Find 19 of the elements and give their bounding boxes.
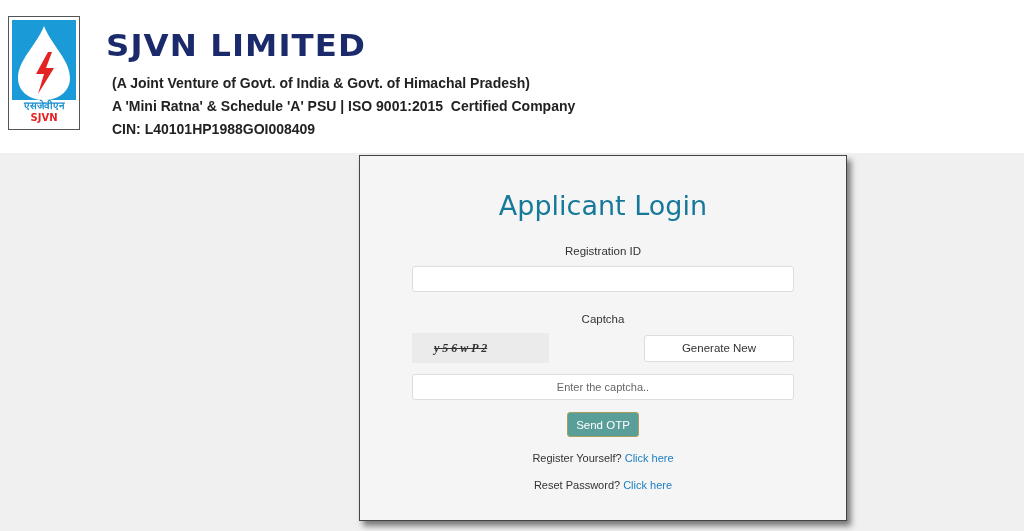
company-info-line: (A Joint Venture of Govt. of India & Govt. of Himachal Pradesh) xyxy=(111,74,531,93)
company-name: SJVN LIMITED xyxy=(106,28,367,64)
water-drop-bolt-icon xyxy=(12,20,76,100)
generate-captcha-button[interactable]: Generate New xyxy=(644,334,794,362)
captcha-image: y 5 6 w P 2 xyxy=(412,333,549,363)
click-here-link[interactable]: Click here xyxy=(624,452,674,464)
logo-hindi-text: एसजेवीएन xyxy=(23,100,65,112)
registration-id-field[interactable] xyxy=(412,266,794,292)
field-label: Captcha xyxy=(581,312,625,326)
company-info-line: CIN: L40101HP1988GOI008409 xyxy=(111,120,317,139)
logo-text: SJVN xyxy=(30,112,58,123)
field-label: Registration ID xyxy=(564,244,642,258)
company-info-line: A 'Mini Ratna' & Schedule 'A' PSU | ISO 9001:2015 Certified Company xyxy=(111,97,576,116)
link-prompt: Reset Password? Click here xyxy=(533,478,673,492)
page-title: Applicant Login xyxy=(498,189,708,223)
link-prompt: Register Yourself? Click here xyxy=(532,451,674,465)
click-here-link[interactable]: Click here xyxy=(623,479,673,491)
send-otp-button[interactable]: Send OTP xyxy=(567,412,639,437)
captcha-field[interactable]: Enter the captcha.. xyxy=(412,374,794,400)
